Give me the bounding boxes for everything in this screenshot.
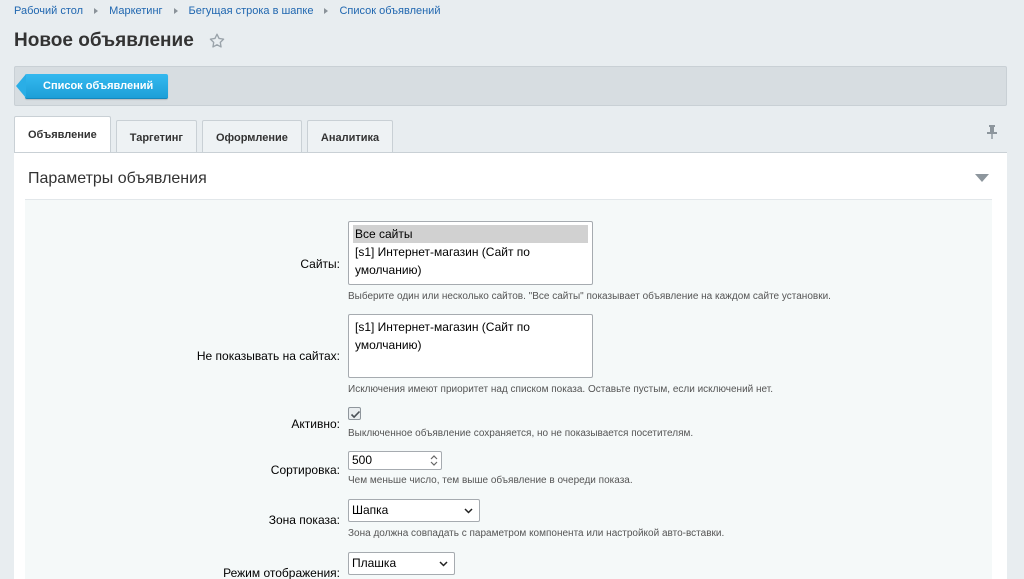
back-to-list-button[interactable]: Список объявлений bbox=[15, 74, 169, 99]
tab-design[interactable]: Оформление bbox=[201, 120, 302, 152]
exclude-sites-hint: Исключения имеют приоритет над списком п… bbox=[348, 384, 774, 395]
breadcrumb-item-ticker[interactable]: Бегущая строка в шапке bbox=[189, 5, 314, 17]
breadcrumb-item-desktop[interactable]: Рабочий стол bbox=[14, 5, 83, 17]
chevron-down-icon bbox=[464, 508, 473, 514]
zone-label: Зона показа: bbox=[268, 513, 340, 527]
page-title-row: Новое объявление bbox=[14, 30, 226, 52]
tab-bar: Объявление Таргетинг Оформление Аналитик… bbox=[14, 116, 398, 152]
display-mode-label: Режим отображения: bbox=[223, 566, 340, 579]
tab-announcement[interactable]: Объявление bbox=[14, 116, 111, 152]
sort-input[interactable]: 500 bbox=[348, 451, 442, 470]
page-title: Новое объявление bbox=[14, 30, 194, 51]
breadcrumb-item-marketing[interactable]: Маркетинг bbox=[109, 5, 162, 17]
checkmark-icon bbox=[350, 410, 361, 419]
zone-hint: Зона должна совпадать с параметром компо… bbox=[348, 528, 725, 539]
zone-select[interactable]: Шапка bbox=[348, 499, 480, 522]
exclude-sites-option-s1[interactable]: [s1] Интернет-магазин (Сайт по умолчанию… bbox=[353, 318, 588, 352]
tab-targeting[interactable]: Таргетинг bbox=[115, 120, 197, 152]
star-icon[interactable] bbox=[208, 32, 226, 50]
active-label: Активно: bbox=[291, 417, 340, 431]
zone-select-value: Шапка bbox=[352, 503, 389, 517]
section-title: Параметры объявления bbox=[28, 170, 207, 187]
breadcrumb: Рабочий стол Маркетинг Бегущая строка в … bbox=[14, 5, 440, 17]
form-area: Сайты: Все сайты [s1] Интернет-магазин (… bbox=[25, 199, 992, 579]
active-hint: Выключенное объявление сохраняется, но н… bbox=[348, 428, 694, 439]
content-panel: Параметры объявления Сайты: Все сайты [s… bbox=[14, 152, 1007, 579]
exclude-sites-listbox[interactable]: [s1] Интернет-магазин (Сайт по умолчанию… bbox=[348, 314, 593, 378]
tab-analytics[interactable]: Аналитика bbox=[306, 120, 394, 152]
collapse-triangle-icon[interactable] bbox=[975, 174, 989, 182]
active-checkbox[interactable] bbox=[348, 407, 361, 420]
sites-option-s1[interactable]: [s1] Интернет-магазин (Сайт по умолчанию… bbox=[353, 243, 588, 277]
chevron-down-icon bbox=[439, 561, 448, 567]
toolbar: Список объявлений bbox=[14, 66, 1007, 106]
pin-icon[interactable] bbox=[985, 124, 999, 140]
sort-label: Сортировка: bbox=[270, 463, 340, 477]
display-mode-select[interactable]: Плашка bbox=[348, 552, 455, 575]
sort-value: 500 bbox=[352, 453, 373, 467]
sites-hint: Выберите один или несколько сайтов. "Все… bbox=[348, 291, 831, 302]
exclude-sites-label: Не показывать на сайтах: bbox=[196, 349, 340, 363]
sites-option-all[interactable]: Все сайты bbox=[353, 225, 588, 243]
display-mode-select-value: Плашка bbox=[352, 556, 397, 570]
breadcrumb-item-list[interactable]: Список объявлений bbox=[339, 5, 440, 17]
sites-label: Сайты: bbox=[300, 257, 340, 271]
breadcrumb-separator-icon bbox=[94, 8, 99, 14]
sites-listbox[interactable]: Все сайты [s1] Интернет-магазин (Сайт по… bbox=[348, 221, 593, 285]
breadcrumb-separator-icon bbox=[173, 8, 178, 14]
spinner-arrows-icon[interactable] bbox=[429, 454, 439, 467]
sort-hint: Чем меньше число, тем выше объявление в … bbox=[348, 475, 633, 486]
breadcrumb-separator-icon bbox=[324, 8, 329, 14]
